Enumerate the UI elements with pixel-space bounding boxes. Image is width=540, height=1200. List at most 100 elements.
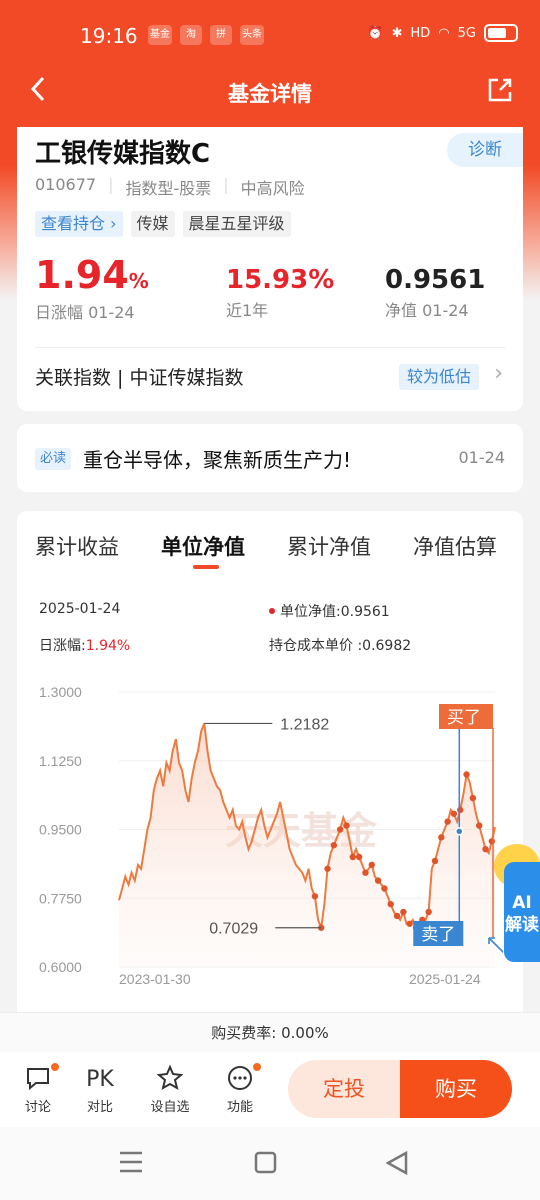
trade-dot [425, 908, 432, 916]
related-index-text: 关联指数 | 中证传媒指数 [35, 367, 244, 389]
chart-card: 累计收益 单位净值 累计净值 净值估算 2025-01-24 单位净值:0.95… [17, 511, 523, 1021]
trade-dot [469, 794, 477, 802]
fund-risk: 中高风险 [240, 179, 305, 198]
trade-dot [431, 857, 439, 865]
trade-dot [476, 822, 483, 829]
tab-unit-nav[interactable]: 单位净值 [161, 531, 245, 561]
trade-dot [355, 853, 363, 861]
discuss-button[interactable]: 讨论 [10, 1062, 66, 1115]
chart-date: 2025-01-24 [39, 601, 121, 617]
compare-button[interactable]: PK 对比 [72, 1064, 128, 1115]
compare-label: 对比 [86, 1100, 113, 1115]
sell-point [455, 827, 464, 836]
chart-cost-info: 持仓成本单价 :0.6982 [269, 638, 412, 654]
year-change-value: 15.93% [226, 265, 335, 295]
tab-cumulative-nav[interactable]: 累计净值 [287, 531, 371, 561]
trade-dot [463, 771, 470, 778]
trade-dot [343, 822, 350, 829]
divider [35, 347, 505, 348]
status-bar: 19:16 基金 淘 拼 头条 ⏰ ✱ HD ◠ 5G [0, 0, 540, 70]
trade-dot [324, 865, 331, 872]
rating-tag[interactable]: 晨星五星评级 [182, 211, 291, 237]
app-toutiao-icon: 头条 [240, 25, 264, 45]
system-nav-bar [0, 1127, 540, 1200]
fund-meta: 010677 | 指数型-股票 | 中高风险 [35, 175, 305, 199]
view-holdings-tag[interactable]: 查看持仓 › [35, 211, 123, 237]
chat-icon [10, 1062, 66, 1096]
bottom-actions: 讨论 PK 对比 设自选 功能 定投 购买 [0, 1060, 540, 1124]
notification-dot [50, 1062, 60, 1072]
valuation-badge: 较为低估 [398, 364, 479, 390]
discuss-label: 讨论 [24, 1100, 51, 1115]
trade-dot [349, 853, 357, 861]
system-icons: ⏰ ✱ HD ◠ 5G [367, 24, 518, 42]
y-tick-label: 1.1250 [39, 753, 82, 769]
app-taobao-icon: 淘 [180, 25, 202, 45]
back-nav-icon[interactable] [385, 1150, 408, 1176]
trade-dot [457, 806, 464, 814]
nav-stat: 0.9561 净值 01-24 [385, 265, 485, 321]
news-card[interactable]: 必读 重仓半导体，聚焦新质生产力! 01-24 [17, 424, 523, 492]
share-icon [488, 78, 512, 102]
trade-dot [387, 900, 394, 908]
x-tick-label: 2023-01-30 [119, 971, 191, 986]
trade-dot [374, 877, 382, 884]
day-change-label: 日涨幅 01-24 [35, 303, 135, 322]
nav-line-chart[interactable]: 1.30001.12500.95000.77500.6000天天基金1.2182… [37, 676, 510, 987]
battery-icon [484, 24, 518, 42]
sell-tag-label: 卖了 [421, 925, 455, 945]
trade-dot [393, 912, 401, 920]
trade-dot [482, 845, 489, 853]
trade-dot [400, 908, 407, 916]
news-headline: 重仓半导体，聚焦新质生产力! [83, 448, 352, 472]
diagnose-button[interactable]: 诊断 [447, 133, 523, 167]
x-tick-label: 2025-01-24 [409, 971, 481, 986]
trade-dot [381, 885, 388, 892]
trade-dot [336, 826, 344, 833]
more-functions-button[interactable]: 功能 [212, 1062, 268, 1115]
year-change-label: 近1年 [226, 301, 269, 320]
chart-nav-info: 单位净值:0.9561 [269, 601, 390, 621]
auto-invest-button[interactable]: 定投 [288, 1060, 400, 1118]
add-watchlist-button[interactable]: 设自选 [142, 1064, 198, 1115]
legend-dot [269, 608, 275, 614]
fund-name: 工银传媒指数C [35, 139, 211, 169]
trade-dot [406, 920, 413, 927]
nav-value: 0.9561 [385, 265, 486, 295]
page-title: 基金详情 [228, 82, 312, 106]
ai-explain-button[interactable]: AI解读 [504, 862, 540, 962]
max-label: 1.2182 [280, 716, 329, 733]
must-read-badge: 必读 [35, 448, 72, 470]
hd-icon: HD [410, 25, 431, 41]
status-app-icons: 基金 淘 拼 头条 [148, 25, 264, 45]
wifi-icon: ◠ [438, 25, 450, 41]
nav-chart[interactable]: 1.3000 1.1250 0.9500 0.7750 0.6000 天天基金 1.2182… [37, 676, 510, 990]
add-watchlist-label: 设自选 [150, 1100, 190, 1115]
chart-change-info: 日涨幅:1.94% [39, 638, 131, 654]
related-index-row[interactable]: 关联指数 | 中证传媒指数 较为低估 › [35, 359, 505, 395]
more-functions-label: 功能 [226, 1100, 253, 1115]
bottom-bar: 购买费率: 0.00% 讨论 PK 对比 设自选 功能 定投 购买 [0, 1012, 540, 1127]
pk-icon: PK [86, 1067, 114, 1092]
fund-code: 010677 [35, 175, 97, 194]
chevron-right-icon: › [494, 361, 503, 386]
buy-button[interactable]: 购买 [400, 1060, 512, 1118]
home-nav-icon[interactable] [254, 1151, 277, 1174]
meta-divider: | [108, 175, 114, 194]
notification-dot [252, 1062, 262, 1072]
share-button[interactable] [486, 76, 514, 104]
tab-cumulative-return[interactable]: 累计收益 [35, 531, 119, 561]
sector-tag[interactable]: 传媒 [130, 211, 175, 237]
buy-tag-label: 买了 [447, 708, 481, 728]
active-tab-indicator [193, 565, 219, 569]
purchase-fee: 购买费率: 0.00% [0, 1012, 540, 1052]
nav-bar: 基金详情 [0, 70, 540, 114]
tab-nav-estimate[interactable]: 净值估算 [413, 531, 497, 561]
bluetooth-icon: ✱ [391, 25, 403, 41]
trade-dot [330, 842, 338, 849]
y-tick-label: 0.7750 [39, 890, 82, 906]
trade-dot [368, 861, 375, 869]
5g-signal-icon: 5G [457, 25, 476, 41]
chart-tabs: 累计收益 单位净值 累计净值 净值估算 [17, 531, 523, 571]
menu-nav-icon[interactable] [120, 1151, 142, 1173]
